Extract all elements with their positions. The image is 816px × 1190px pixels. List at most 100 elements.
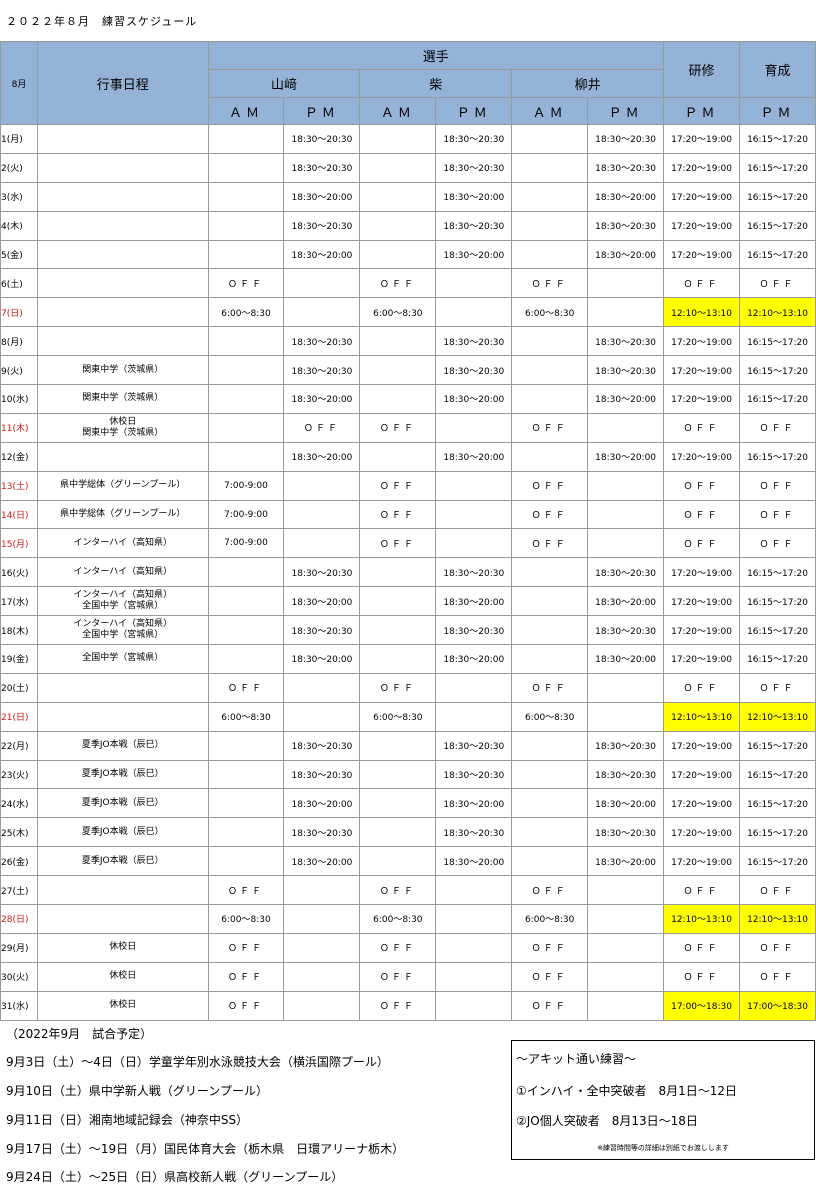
- time-cell: [435, 961, 513, 992]
- time-cell: ＯＦＦ: [739, 412, 816, 443]
- time-cell: [359, 586, 437, 617]
- event-cell: 県中学総体（グリーンプール）: [36, 499, 209, 530]
- time-cell: [283, 990, 361, 1021]
- time-cell: ＯＦＦ: [359, 470, 437, 501]
- time-cell: [359, 730, 437, 761]
- day-cell: 4(木): [0, 210, 38, 241]
- time-cell: ＯＦＦ: [663, 932, 740, 963]
- time-cell: 18:30～20:30: [587, 730, 665, 761]
- time-cell: 17:20～19:00: [663, 441, 740, 472]
- day-cell: 16(火): [0, 557, 38, 588]
- time-cell: [511, 788, 589, 819]
- time-cell: [207, 412, 285, 443]
- event-cell: [36, 297, 209, 328]
- time-cell: ＯＦＦ: [739, 672, 816, 703]
- event-cell: 休校日: [36, 990, 209, 1021]
- time-cell: [207, 557, 285, 588]
- time-cell: [587, 961, 665, 992]
- time-cell: 7:00-9:00: [207, 499, 285, 530]
- schedule-row: 25(木) 夏季JO本戦（辰巳） 18:30～20:30 18:30～20:30 18:…: [0, 817, 816, 848]
- event-cell: インターハイ（高知県） 全国中学（宮城県）: [36, 615, 209, 646]
- september-item: 9月11日（日）湘南地域記録会（神奈中SS）: [6, 1113, 249, 1127]
- schedule-page: ２０２２年８月 練習スケジュール 8月 行事日程 選手 研修 育成 山﨑 柴 柳井: [0, 0, 816, 1190]
- time-cell: ＯＦＦ: [739, 499, 816, 530]
- time-cell: 18:30～20:00: [283, 441, 361, 472]
- day-cell: 24(水): [0, 788, 38, 819]
- time-cell: [283, 268, 361, 299]
- time-cell: 18:30～20:00: [587, 586, 665, 617]
- time-cell: [207, 817, 285, 848]
- time-cell: 17:20～19:00: [663, 210, 740, 241]
- time-cell: 18:30～20:00: [435, 846, 513, 877]
- time-cell: 18:30～20:30: [283, 124, 361, 154]
- event-cell: 夏季JO本戦（辰巳）: [36, 817, 209, 848]
- time-cell: ＯＦＦ: [663, 672, 740, 703]
- time-cell: 16:15～17:20: [739, 759, 816, 790]
- time-cell: [359, 239, 437, 270]
- time-cell: 16:15～17:20: [739, 441, 816, 472]
- time-cell: 18:30～20:00: [435, 788, 513, 819]
- time-cell: 18:30～20:30: [283, 210, 361, 241]
- time-cell: ＯＦＦ: [207, 672, 285, 703]
- day-cell: 15(月): [0, 528, 38, 559]
- day-cell: 3(水): [0, 181, 38, 212]
- day-cell: 6(土): [0, 268, 38, 299]
- day-cell: 20(土): [0, 672, 38, 703]
- time-cell: 17:20～19:00: [663, 817, 740, 848]
- event-cell: 休校日: [36, 932, 209, 963]
- time-cell: [207, 441, 285, 472]
- day-cell: 1(月): [0, 124, 38, 154]
- time-cell: [207, 181, 285, 212]
- time-cell: 12:10～13:10: [739, 701, 816, 732]
- time-cell: 18:30～20:00: [587, 384, 665, 414]
- time-cell: 18:30～20:00: [587, 239, 665, 270]
- time-cell: ＯＦＦ: [511, 528, 589, 559]
- event-cell: 県中学総体（グリーンプール）: [36, 470, 209, 501]
- time-cell: [359, 759, 437, 790]
- time-cell: ＯＦＦ: [511, 961, 589, 992]
- time-cell: [511, 441, 589, 472]
- time-cell: [207, 124, 285, 154]
- time-cell: 18:30～20:30: [587, 817, 665, 848]
- time-cell: 6:00～8:30: [207, 701, 285, 732]
- time-cell: 16:15～17:20: [739, 239, 816, 270]
- time-cell: [435, 268, 513, 299]
- schedule-row: 15(月) インターハイ（高知県） 7:00-9:00 ＯＦＦ ＯＦＦ ＯＦＦ ＯＦＦ: [0, 528, 816, 559]
- time-cell: ＯＦＦ: [663, 268, 740, 299]
- time-cell: 6:00～8:30: [511, 904, 589, 934]
- time-cell: 18:30～20:00: [435, 239, 513, 270]
- time-cell: ＯＦＦ: [511, 672, 589, 703]
- time-cell: 18:30～20:30: [435, 124, 513, 154]
- event-cell: [36, 672, 209, 703]
- time-cell: [511, 557, 589, 588]
- schedule-row: 6(土) ＯＦＦ ＯＦＦ ＯＦＦ ＯＦＦ ＯＦＦ: [0, 268, 816, 299]
- time-cell: [435, 672, 513, 703]
- time-cell: 18:30～20:30: [587, 355, 665, 386]
- time-cell: [435, 297, 513, 328]
- time-cell: ＯＦＦ: [663, 875, 740, 906]
- event-cell: [36, 239, 209, 270]
- time-cell: [283, 499, 361, 530]
- time-cell: 16:15～17:20: [739, 152, 816, 183]
- time-cell: 18:30～20:30: [283, 615, 361, 646]
- time-cell: [435, 412, 513, 443]
- day-cell: 7(日): [0, 297, 38, 328]
- schedule-row: 17(水) インターハイ（高知県） 全国中学（宮城県） 18:30～20:00 18:…: [0, 586, 816, 617]
- players-header: 選手: [207, 41, 665, 70]
- player-shiba-header: 柴: [359, 69, 513, 98]
- day-cell: 5(金): [0, 239, 38, 270]
- schedule-row: 9(火) 関東中学（茨城県） 18:30～20:30 18:30～20:30 18:30…: [0, 355, 816, 386]
- time-cell: 12:10～13:10: [663, 297, 740, 328]
- schedule-row: 16(火) インターハイ（高知県） 18:30～20:30 18:30～20:30 18…: [0, 557, 816, 588]
- time-cell: [511, 124, 589, 154]
- time-cell: ＯＦＦ: [207, 268, 285, 299]
- september-heading: （2022年9月 試合予定）: [6, 1027, 153, 1041]
- time-cell: [435, 990, 513, 1021]
- time-cell: [511, 152, 589, 183]
- schedule-row: 23(火) 夏季JO本戦（辰巳） 18:30～20:30 18:30～20:30 18:…: [0, 759, 816, 790]
- time-cell: [511, 817, 589, 848]
- time-cell: 18:30～20:30: [283, 730, 361, 761]
- time-cell: 17:20～19:00: [663, 644, 740, 674]
- time-cell: [359, 817, 437, 848]
- time-cell: 18:30～20:00: [435, 441, 513, 472]
